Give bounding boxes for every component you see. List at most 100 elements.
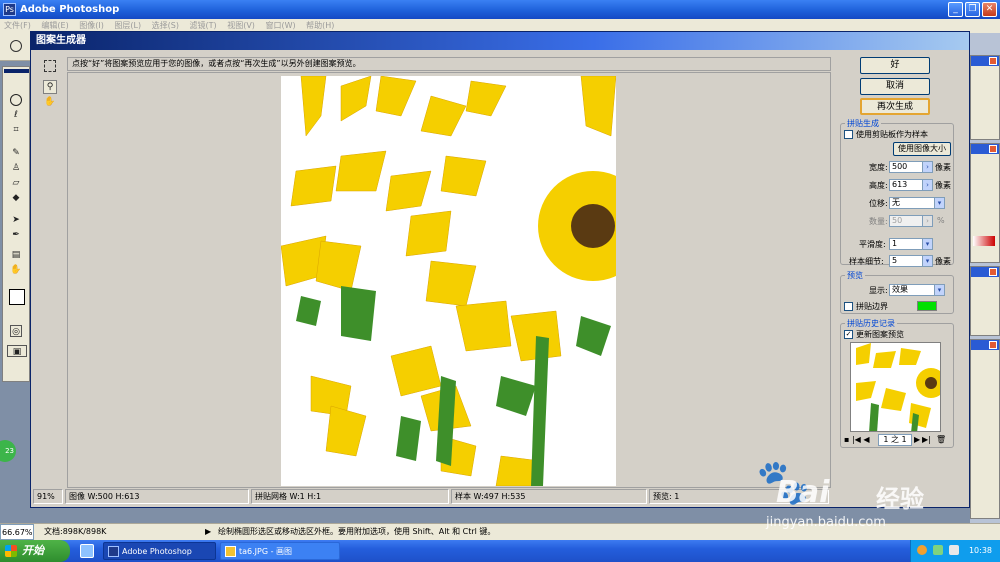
toolbox-header[interactable] xyxy=(4,69,29,73)
palette-color[interactable] xyxy=(970,143,1000,263)
height-input[interactable]: 613 xyxy=(889,179,923,191)
history-of: 之 xyxy=(891,435,899,444)
close-icon[interactable] xyxy=(989,341,997,349)
ps-zoom[interactable]: 66.67% xyxy=(0,524,34,540)
ellipse-marquee-icon[interactable] xyxy=(10,40,22,52)
quickmask-icon[interactable]: ◎ xyxy=(10,325,22,337)
blur-icon[interactable]: ◆ xyxy=(10,192,22,204)
chevron-down-icon[interactable]: ▾ xyxy=(934,284,945,296)
prev-icon[interactable]: ◀ xyxy=(863,435,869,444)
cancel-button[interactable]: 取消 xyxy=(860,78,930,95)
start-button[interactable]: 开始 xyxy=(0,540,70,562)
next-icon[interactable]: ▶ xyxy=(914,434,920,446)
trash-icon[interactable]: 🗑 xyxy=(936,434,946,446)
thumbnail-image xyxy=(851,343,940,431)
windows-logo-icon xyxy=(5,545,17,557)
minimize-button[interactable]: _ xyxy=(948,2,963,17)
delete-history-icon[interactable]: ▪ xyxy=(844,435,849,444)
regenerate-button[interactable]: 再次生成 xyxy=(860,98,930,115)
task-photoshop[interactable]: Adobe Photoshop xyxy=(103,542,216,560)
palette-history[interactable] xyxy=(970,266,1000,336)
eraser-icon[interactable]: ▱ xyxy=(10,177,22,189)
tray-icon[interactable] xyxy=(917,545,927,555)
ok-button[interactable]: 好 xyxy=(860,57,930,74)
ps-tool-hint: 绘制椭圆形选区或移动选区外框。要用附加选项，使用 Shift、Alt 和 Ctr… xyxy=(218,527,496,536)
sample-detail-select[interactable]: 5 xyxy=(889,255,923,267)
use-clipboard-checkbox[interactable] xyxy=(844,130,853,139)
rect-marquee-icon[interactable] xyxy=(44,60,56,72)
menu-file[interactable]: 文件(F) xyxy=(4,21,31,30)
close-icon[interactable] xyxy=(989,145,997,153)
hand-icon[interactable]: ✋ xyxy=(10,264,22,276)
stamp-icon[interactable]: ♙ xyxy=(10,162,22,174)
hand-icon[interactable]: ✋ xyxy=(44,96,56,108)
badge-text: 23 xyxy=(5,447,14,455)
menu-select[interactable]: 选择(S) xyxy=(152,21,179,30)
menu-filter[interactable]: 滤镜(T) xyxy=(190,21,217,30)
offset-select[interactable]: 无 xyxy=(889,197,935,209)
path-select-icon[interactable]: ➤ xyxy=(10,214,22,226)
pen-icon[interactable]: ✒ xyxy=(10,229,22,241)
volume-icon[interactable] xyxy=(949,545,959,555)
width-input[interactable]: 500 xyxy=(889,161,923,173)
color-ramp[interactable] xyxy=(973,236,995,246)
close-icon[interactable] xyxy=(989,57,997,65)
zoom-icon[interactable]: ⚲ xyxy=(43,80,57,94)
width-stepper[interactable]: › xyxy=(922,161,933,173)
height-label: 高度: xyxy=(869,181,888,190)
history-thumbnail[interactable] xyxy=(850,342,941,432)
chevron-down-icon[interactable]: ▾ xyxy=(922,238,933,250)
sunflower-pattern-image xyxy=(281,76,616,486)
amount-stepper[interactable]: › xyxy=(922,215,933,227)
history-current: 1 xyxy=(883,435,889,444)
close-button[interactable]: ✕ xyxy=(982,2,997,17)
screen-mode-icon[interactable]: ▣ xyxy=(7,345,27,357)
app-title: Adobe Photoshop xyxy=(20,4,120,15)
width-label: 宽度: xyxy=(869,163,888,172)
tile-history-title: 拼贴历史记录 xyxy=(845,318,897,329)
restore-button[interactable]: ❐ xyxy=(965,2,980,17)
status-tile-grid: 拼贴网格 W:1 H:1 xyxy=(251,489,449,504)
close-icon[interactable] xyxy=(989,268,997,276)
update-preview-checkbox[interactable]: ✓ xyxy=(844,330,853,339)
task-photoshop-label: Adobe Photoshop xyxy=(122,547,192,556)
smoothness-select[interactable]: 1 xyxy=(889,238,923,250)
play-icon: ▶ xyxy=(205,527,212,536)
first-icon[interactable]: |◀ xyxy=(852,435,861,444)
amount-unit: % xyxy=(937,216,945,225)
brush-icon[interactable]: ✎ xyxy=(10,147,22,159)
height-stepper[interactable]: › xyxy=(922,179,933,191)
lasso-icon[interactable]: ℓ xyxy=(10,109,22,121)
show-select[interactable]: 效果 xyxy=(889,284,935,296)
chevron-down-icon[interactable]: ▾ xyxy=(922,255,933,267)
last-icon[interactable]: ▶| xyxy=(922,434,931,446)
crop-icon[interactable]: ⌗ xyxy=(10,124,22,136)
app-title-bar: Adobe Photoshop xyxy=(0,0,1000,19)
tile-boundaries-checkbox[interactable] xyxy=(844,302,853,311)
use-image-size-button[interactable]: 使用图像大小 xyxy=(893,142,951,156)
watermark-url: jingyan.baidu.com xyxy=(766,515,886,530)
palette-navigator[interactable] xyxy=(970,55,1000,140)
sunflower-tiles xyxy=(281,76,616,486)
watermark-brand2: 经验 xyxy=(876,485,924,513)
amount-input[interactable]: 50 xyxy=(889,215,923,227)
task-paint[interactable]: ta6.JPG - 画图 xyxy=(220,542,340,560)
menu-layer[interactable]: 图层(L) xyxy=(114,21,141,30)
boundary-color-swatch[interactable] xyxy=(917,301,937,311)
network-icon[interactable] xyxy=(933,545,943,555)
menu-view[interactable]: 视图(V) xyxy=(227,21,255,30)
status-zoom: 91% xyxy=(33,489,63,504)
preview-group-title: 预览 xyxy=(845,270,865,281)
notes-icon[interactable]: ▤ xyxy=(10,249,22,261)
chevron-down-icon[interactable]: ▾ xyxy=(934,197,945,209)
menu-image[interactable]: 图像(I) xyxy=(79,21,104,30)
menu-edit[interactable]: 编辑(E) xyxy=(41,21,68,30)
desktop-quicklaunch-icon[interactable] xyxy=(80,544,94,558)
menu-help[interactable]: 帮助(H) xyxy=(306,21,334,30)
photoshop-task-icon xyxy=(108,546,119,557)
toolbox: ℓ ⌗ ✎ ♙ ▱ ◆ ➤ ✒ ▤ ✋ ◎ ▣ xyxy=(2,66,30,382)
menu-window[interactable]: 窗口(W) xyxy=(265,21,295,30)
ellipse-marquee-tool-icon[interactable] xyxy=(10,94,22,106)
foreground-color-swatch[interactable] xyxy=(9,289,25,305)
pattern-preview-canvas[interactable] xyxy=(281,76,616,486)
